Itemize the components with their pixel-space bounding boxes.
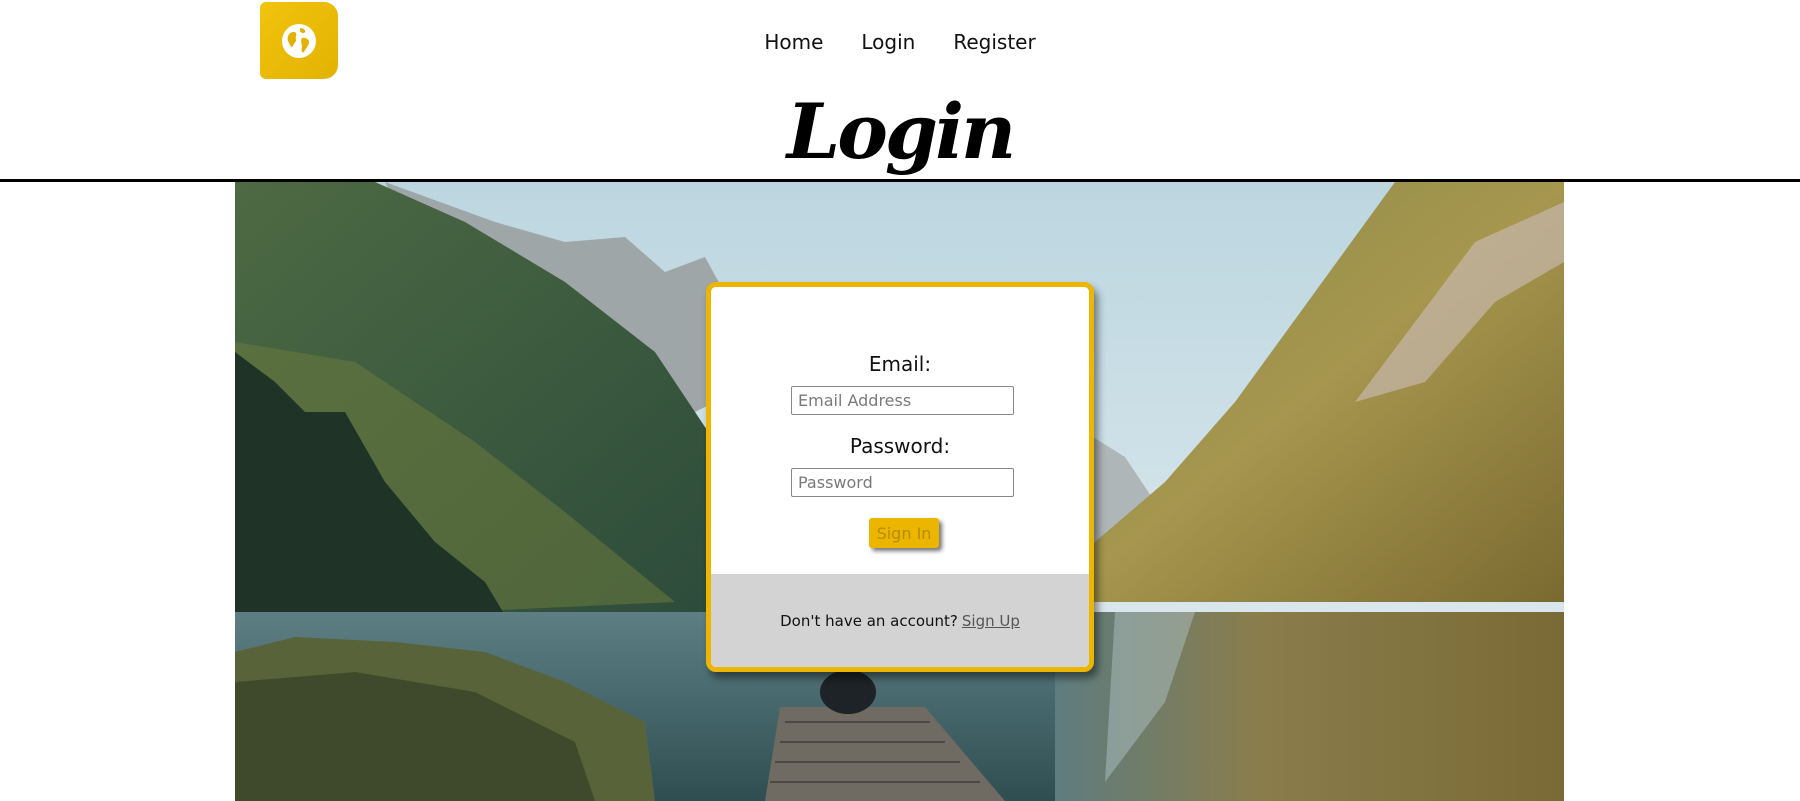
nav-login[interactable]: Login: [861, 27, 915, 57]
sign-in-button[interactable]: Sign In: [869, 518, 939, 548]
login-form: Email: Password: Sign In: [711, 287, 1089, 574]
email-input[interactable]: [791, 386, 1014, 415]
email-label: Email:: [868, 352, 932, 376]
password-label: Password:: [849, 434, 951, 458]
card-footer: Don't have an account? Sign Up: [711, 574, 1089, 667]
login-card: Email: Password: Sign In Don't have an a…: [706, 282, 1094, 672]
login-page: Home Login Register Login Email: Email A…: [0, 0, 1800, 801]
signup-prompt: Don't have an account?: [780, 611, 958, 630]
password-input[interactable]: [791, 468, 1014, 497]
sign-up-link[interactable]: Sign Up: [962, 612, 1020, 630]
main-nav: Home Login Register: [0, 27, 1800, 57]
page-title: Login: [786, 87, 1016, 176]
nav-home[interactable]: Home: [764, 27, 823, 57]
nav-register[interactable]: Register: [953, 27, 1035, 57]
